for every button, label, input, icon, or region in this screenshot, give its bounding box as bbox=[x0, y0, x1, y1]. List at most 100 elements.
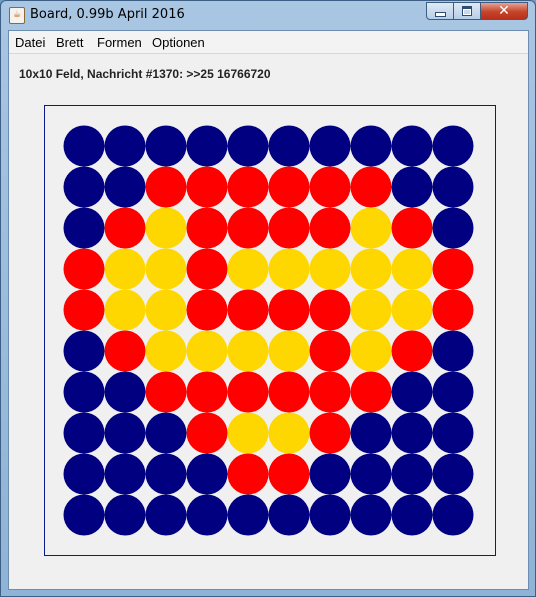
board-cell-2-6[interactable] bbox=[309, 207, 351, 249]
board-cell-8-7[interactable] bbox=[350, 453, 392, 495]
board-cell-0-5[interactable] bbox=[268, 125, 310, 167]
java-icon[interactable]: ☕ bbox=[9, 7, 25, 24]
board-cell-0-3[interactable] bbox=[186, 125, 228, 167]
board-cell-8-4[interactable] bbox=[227, 453, 269, 495]
board-cell-4-6[interactable] bbox=[309, 289, 351, 331]
board-cell-4-0[interactable] bbox=[63, 289, 105, 331]
menu-optionen[interactable]: Optionen bbox=[152, 35, 205, 50]
board-cell-9-5[interactable] bbox=[268, 494, 310, 536]
board-cell-5-1[interactable] bbox=[104, 330, 146, 372]
board-cell-1-9[interactable] bbox=[432, 166, 474, 208]
board-cell-8-2[interactable] bbox=[145, 453, 187, 495]
board-cell-1-2[interactable] bbox=[145, 166, 187, 208]
board-cell-4-1[interactable] bbox=[104, 289, 146, 331]
board-cell-2-1[interactable] bbox=[104, 207, 146, 249]
board-cell-3-5[interactable] bbox=[268, 248, 310, 290]
board-cell-0-1[interactable] bbox=[104, 125, 146, 167]
board-cell-5-5[interactable] bbox=[268, 330, 310, 372]
board-cell-9-7[interactable] bbox=[350, 494, 392, 536]
board-cell-9-0[interactable] bbox=[63, 494, 105, 536]
board-cell-8-6[interactable] bbox=[309, 453, 351, 495]
board-cell-4-2[interactable] bbox=[145, 289, 187, 331]
board-cell-9-1[interactable] bbox=[104, 494, 146, 536]
board-cell-0-9[interactable] bbox=[432, 125, 474, 167]
board-cell-2-2[interactable] bbox=[145, 207, 187, 249]
board-cell-9-3[interactable] bbox=[186, 494, 228, 536]
board-cell-9-2[interactable] bbox=[145, 494, 187, 536]
board-cell-9-6[interactable] bbox=[309, 494, 351, 536]
board-cell-9-8[interactable] bbox=[391, 494, 433, 536]
board-cell-2-9[interactable] bbox=[432, 207, 474, 249]
minimize-button[interactable] bbox=[426, 2, 454, 20]
board-cell-2-0[interactable] bbox=[63, 207, 105, 249]
board-cell-5-0[interactable] bbox=[63, 330, 105, 372]
board-cell-4-7[interactable] bbox=[350, 289, 392, 331]
board-cell-1-0[interactable] bbox=[63, 166, 105, 208]
board-cell-4-3[interactable] bbox=[186, 289, 228, 331]
board-cell-9-9[interactable] bbox=[432, 494, 474, 536]
board-cell-5-9[interactable] bbox=[432, 330, 474, 372]
board-cell-2-7[interactable] bbox=[350, 207, 392, 249]
board-cell-3-6[interactable] bbox=[309, 248, 351, 290]
board-cell-3-2[interactable] bbox=[145, 248, 187, 290]
board-cell-4-5[interactable] bbox=[268, 289, 310, 331]
board-cell-6-7[interactable] bbox=[350, 371, 392, 413]
board-cell-7-6[interactable] bbox=[309, 412, 351, 454]
board-cell-5-2[interactable] bbox=[145, 330, 187, 372]
board-cell-3-8[interactable] bbox=[391, 248, 433, 290]
board-cell-6-6[interactable] bbox=[309, 371, 351, 413]
board-cell-6-8[interactable] bbox=[391, 371, 433, 413]
board-cell-5-4[interactable] bbox=[227, 330, 269, 372]
board-cell-0-4[interactable] bbox=[227, 125, 269, 167]
board-cell-2-5[interactable] bbox=[268, 207, 310, 249]
board-cell-5-7[interactable] bbox=[350, 330, 392, 372]
board-cell-1-5[interactable] bbox=[268, 166, 310, 208]
board-cell-1-8[interactable] bbox=[391, 166, 433, 208]
board-cell-6-3[interactable] bbox=[186, 371, 228, 413]
board-cell-0-6[interactable] bbox=[309, 125, 351, 167]
board-cell-3-7[interactable] bbox=[350, 248, 392, 290]
board-cell-0-8[interactable] bbox=[391, 125, 433, 167]
board-cell-2-3[interactable] bbox=[186, 207, 228, 249]
board-cell-3-9[interactable] bbox=[432, 248, 474, 290]
board-cell-8-8[interactable] bbox=[391, 453, 433, 495]
board-cell-7-7[interactable] bbox=[350, 412, 392, 454]
board-cell-8-5[interactable] bbox=[268, 453, 310, 495]
board-cell-1-6[interactable] bbox=[309, 166, 351, 208]
board-cell-3-1[interactable] bbox=[104, 248, 146, 290]
board-cell-0-0[interactable] bbox=[63, 125, 105, 167]
board-cell-8-1[interactable] bbox=[104, 453, 146, 495]
board-cell-7-9[interactable] bbox=[432, 412, 474, 454]
board-cell-4-8[interactable] bbox=[391, 289, 433, 331]
close-button[interactable]: ✕ bbox=[480, 2, 528, 20]
board-cell-1-3[interactable] bbox=[186, 166, 228, 208]
maximize-button[interactable] bbox=[453, 2, 481, 20]
board-cell-7-2[interactable] bbox=[145, 412, 187, 454]
board-cell-3-0[interactable] bbox=[63, 248, 105, 290]
board-cell-7-0[interactable] bbox=[63, 412, 105, 454]
board-cell-4-4[interactable] bbox=[227, 289, 269, 331]
board-cell-7-5[interactable] bbox=[268, 412, 310, 454]
board-cell-4-9[interactable] bbox=[432, 289, 474, 331]
board-cell-3-3[interactable] bbox=[186, 248, 228, 290]
board-cell-0-2[interactable] bbox=[145, 125, 187, 167]
board-cell-5-3[interactable] bbox=[186, 330, 228, 372]
board-cell-1-7[interactable] bbox=[350, 166, 392, 208]
menu-datei[interactable]: Datei bbox=[15, 35, 45, 50]
board-cell-8-3[interactable] bbox=[186, 453, 228, 495]
board-cell-0-7[interactable] bbox=[350, 125, 392, 167]
board-cell-6-1[interactable] bbox=[104, 371, 146, 413]
board-cell-2-8[interactable] bbox=[391, 207, 433, 249]
board-cell-5-6[interactable] bbox=[309, 330, 351, 372]
board-cell-8-0[interactable] bbox=[63, 453, 105, 495]
board-cell-7-3[interactable] bbox=[186, 412, 228, 454]
board-cell-6-4[interactable] bbox=[227, 371, 269, 413]
title-bar[interactable]: ☕ Board, 0.99b April 2016 ✕ bbox=[1, 1, 535, 29]
board-cell-5-8[interactable] bbox=[391, 330, 433, 372]
board-grid[interactable] bbox=[45, 106, 495, 555]
board-cell-8-9[interactable] bbox=[432, 453, 474, 495]
board-cell-3-4[interactable] bbox=[227, 248, 269, 290]
menu-formen[interactable]: Formen bbox=[97, 35, 142, 50]
board-cell-7-4[interactable] bbox=[227, 412, 269, 454]
board-cell-7-1[interactable] bbox=[104, 412, 146, 454]
